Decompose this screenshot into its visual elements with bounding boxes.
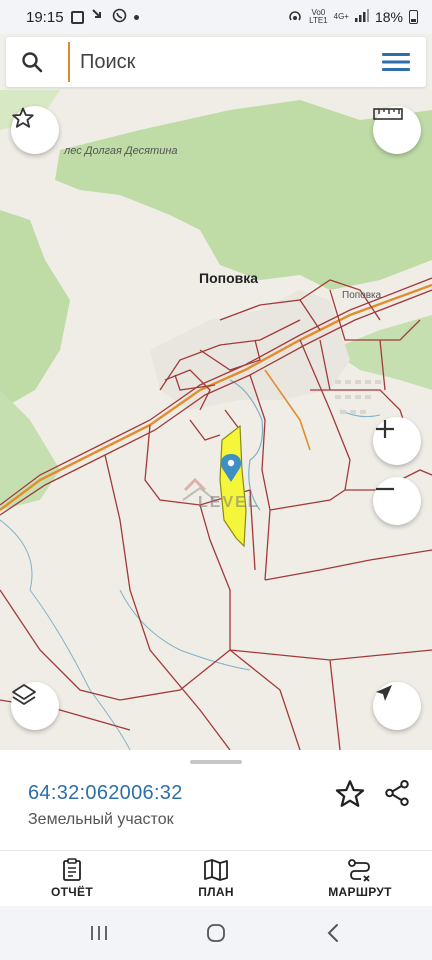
status-left: 19:15	[26, 8, 139, 27]
route-icon	[348, 859, 370, 882]
status-right: Vo0 LTE1 4G+ 18%	[287, 9, 418, 26]
search-input[interactable]	[68, 42, 366, 82]
system-navigation-bar	[0, 906, 432, 960]
star-icon	[335, 780, 365, 807]
navigation-arrow-icon	[376, 685, 392, 701]
status-bar: 19:15 Vo0 LTE1 4G+ 18%	[0, 0, 432, 34]
search-bar	[6, 37, 426, 87]
network-type: 4G+	[333, 12, 349, 21]
hamburger-menu-icon[interactable]	[366, 37, 426, 87]
forest-label: лес Долгая Десятина	[64, 145, 178, 157]
nav-route-label: МАРШРУТ	[328, 885, 392, 899]
object-type: Земельный участок	[28, 811, 174, 828]
watermark-text: LEVEL	[198, 494, 260, 511]
signal-icon	[354, 9, 369, 25]
nav-plan-label: ПЛАН	[198, 885, 234, 899]
battery-percent: 18%	[374, 9, 403, 25]
village-area	[150, 290, 350, 410]
map-plan-icon	[204, 859, 228, 881]
village-small-label: Поповка	[342, 290, 382, 301]
favorites-star-button[interactable]	[11, 106, 59, 154]
gallery-notification-icon	[70, 10, 84, 24]
zoom-out-button[interactable]	[373, 477, 421, 525]
clock: 19:15	[26, 8, 64, 26]
back-button[interactable]	[313, 913, 353, 953]
forest-area	[0, 390, 60, 510]
sheet-drag-handle[interactable]	[190, 760, 242, 764]
back-chevron-icon	[327, 924, 339, 942]
more-notifications-dot	[133, 14, 139, 20]
battery-icon	[409, 10, 418, 24]
zoom-in-button[interactable]	[373, 417, 421, 465]
plus-icon	[376, 420, 394, 438]
buildings	[335, 380, 381, 414]
missed-call-icon	[91, 8, 105, 26]
hotspot-icon	[287, 9, 303, 26]
bottom-navigation: ОТЧЁТ ПЛАН МАРШРУТ	[0, 850, 432, 906]
home-icon	[207, 924, 225, 942]
forest-area	[0, 210, 70, 410]
nav-report-label: ОТЧЁТ	[51, 885, 93, 899]
nav-route[interactable]: МАРШРУТ	[288, 851, 432, 906]
add-favorite-button[interactable]	[334, 778, 366, 810]
cadastral-number[interactable]: 64:32:062006:32	[28, 782, 183, 805]
share-icon	[385, 780, 409, 806]
home-button[interactable]	[196, 913, 236, 953]
star-icon	[12, 107, 34, 128]
minus-icon	[376, 487, 394, 491]
map-view[interactable]: лес Долгая Десятина Поповка Поповка LEVE…	[0, 90, 432, 750]
selected-parcel	[219, 424, 247, 548]
search-icon[interactable]	[6, 51, 58, 73]
village-label: Поповка	[199, 270, 259, 286]
layers-icon	[12, 684, 36, 705]
recent-apps-icon	[90, 926, 107, 940]
volte-indicator: Vo0 LTE1	[309, 8, 328, 25]
nav-report[interactable]: ОТЧЁТ	[0, 851, 144, 906]
share-button[interactable]	[382, 778, 414, 810]
ruler-button[interactable]	[373, 106, 421, 154]
ruler-icon	[373, 108, 403, 120]
layers-button[interactable]	[11, 682, 59, 730]
my-location-button[interactable]	[373, 682, 421, 730]
nav-plan[interactable]: ПЛАН	[144, 851, 288, 906]
report-clipboard-icon	[63, 858, 81, 881]
recent-apps-button[interactable]	[79, 913, 119, 953]
object-info-sheet[interactable]: 64:32:062006:32 Земельный участок	[0, 750, 432, 850]
map-canvas	[0, 90, 432, 750]
viber-icon	[112, 8, 127, 27]
